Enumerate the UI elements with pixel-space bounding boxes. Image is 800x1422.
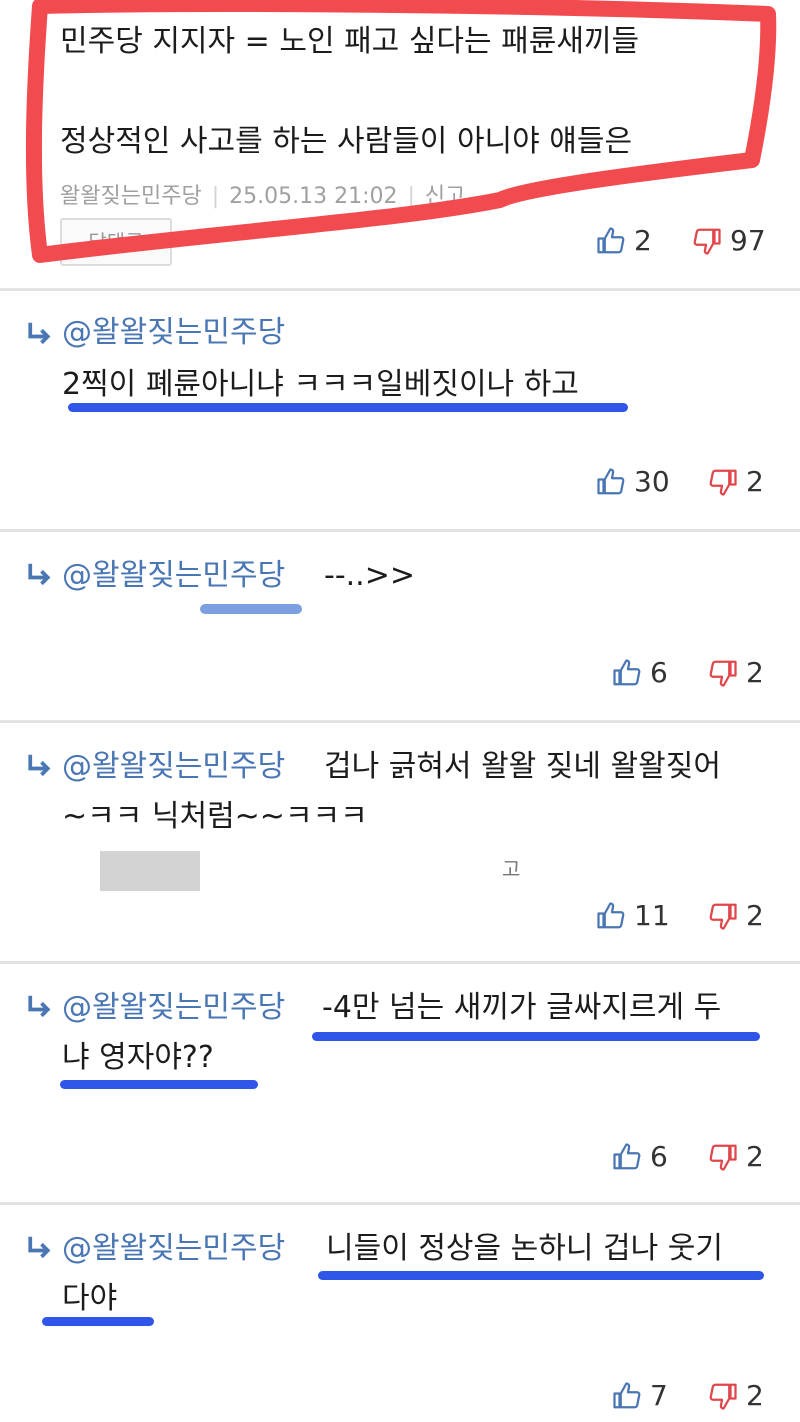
comment-thread-screen: { "top_comment": { "line1": "민주당 지지자 = 노… — [0, 0, 800, 1422]
blue-underline — [318, 1271, 764, 1280]
blue-underline — [42, 1317, 154, 1326]
like-count: 7 — [650, 1379, 668, 1412]
dislike-button[interactable]: 2 — [708, 1140, 764, 1173]
dislike-count: 2 — [746, 656, 764, 689]
blue-underline — [60, 1080, 258, 1089]
dislike-count: 2 — [746, 899, 764, 932]
like-count: 30 — [634, 465, 670, 498]
dislike-button[interactable]: 2 — [708, 1379, 764, 1412]
dislike-count: 2 — [746, 465, 764, 498]
redacted-block — [100, 851, 200, 891]
reply-text-line-2: ~ㅋㅋ 닉처럼~~ㅋㅋㅋ — [62, 799, 368, 834]
mention-link[interactable]: @왈왈짖는민주당 — [62, 313, 285, 353]
like-button[interactable]: 7 — [612, 1379, 668, 1412]
like-count: 11 — [634, 899, 670, 932]
reply-comment: @왈왈짖는민주당 겁나 긁혀서 왈왈 짖네 왈왈짖어 ~ㅋㅋ 닉처럼~~ㅋㅋㅋ … — [0, 723, 800, 961]
dislike-button[interactable]: 2 — [708, 465, 764, 498]
thumbs-down-icon — [709, 469, 737, 496]
mention-link[interactable]: @왈왈짖는민주당 — [62, 556, 285, 596]
reply-arrow-icon — [28, 995, 51, 1018]
mention-link[interactable]: @왈왈짖는민주당 — [62, 1229, 285, 1269]
dislike-count: 2 — [746, 1140, 764, 1173]
reply-text: 겁나 긁혀서 왈왈 짖네 왈왈짖어 — [324, 749, 721, 784]
reply-arrow-icon — [28, 322, 51, 345]
reply-arrow-icon — [28, 1236, 51, 1259]
top-comment: 민주당 지지자 = 노인 패고 싶다는 패륜새끼들 정상적인 사고를 하는 사람… — [0, 0, 800, 290]
thumbs-up-icon — [597, 467, 625, 494]
reply-comment: @왈왈짖는민주당 2찍이 폐륜아니냐 ㅋㅋㅋ일베짓이나 하고 30 2 — [0, 291, 800, 529]
reply-comment: @왈왈짖는민주당 --..>> 6 2 — [0, 532, 800, 720]
dislike-button[interactable]: 2 — [708, 899, 764, 932]
blue-underline — [200, 604, 302, 614]
thumbs-down-icon — [709, 1383, 737, 1410]
like-count: 6 — [650, 656, 668, 689]
like-button[interactable]: 30 — [596, 465, 670, 498]
reply-text-line-2: 다야 — [62, 1281, 118, 1316]
reply-arrow-icon — [28, 754, 51, 777]
mention-link[interactable]: @왈왈짖는민주당 — [62, 988, 285, 1028]
blue-underline — [312, 1032, 760, 1041]
thumbs-down-icon — [709, 1144, 737, 1171]
red-highlight-frame — [25, 0, 777, 263]
dislike-count: 2 — [746, 1379, 764, 1412]
reply-text: -4만 넘는 새끼가 글싸지르게 두 — [322, 990, 722, 1025]
thumbs-up-icon — [613, 1142, 641, 1169]
thumbs-down-icon — [709, 660, 737, 687]
reply-text: 니들이 정상을 논하니 겁나 웃기 — [326, 1231, 723, 1266]
reply-arrow-icon — [28, 563, 51, 586]
reply-comment: @왈왈짖는민주당 니들이 정상을 논하니 겁나 웃기 다야 7 2 — [0, 1205, 800, 1422]
blue-underline — [68, 403, 628, 412]
mention-link[interactable]: @왈왈짖는민주당 — [62, 747, 285, 787]
reply-text-line-2: 냐 영자야?? — [62, 1040, 214, 1075]
like-count: 6 — [650, 1140, 668, 1173]
stray-text: 고 — [502, 857, 521, 881]
thumbs-up-icon — [613, 658, 641, 685]
thumbs-down-icon — [709, 903, 737, 930]
like-button[interactable]: 6 — [612, 1140, 668, 1173]
thumbs-up-icon — [613, 1381, 641, 1408]
reply-comment: @왈왈짖는민주당 -4만 넘는 새끼가 글싸지르게 두 냐 영자야?? 6 2 — [0, 964, 800, 1202]
dislike-button[interactable]: 2 — [708, 656, 764, 689]
like-button[interactable]: 6 — [612, 656, 668, 689]
thumbs-up-icon — [597, 901, 625, 928]
reply-text: --..>> — [324, 558, 415, 593]
reply-text-line-2: 2찍이 폐륜아니냐 ㅋㅋㅋ일베짓이나 하고 — [62, 367, 579, 402]
like-button[interactable]: 11 — [596, 899, 670, 932]
